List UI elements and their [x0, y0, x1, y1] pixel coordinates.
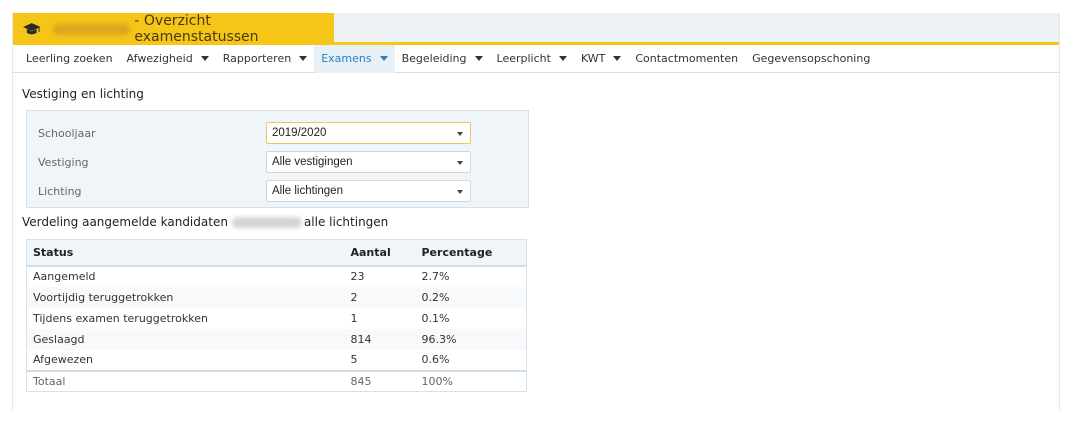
filter-row-lichting: Lichting Alle lichtingen — [27, 180, 528, 204]
col-status-header: Status — [26, 239, 345, 267]
table-row: Tijdens examen teruggetrokken 1 0.1% — [33, 311, 450, 325]
app-window: - Overzicht examenstatussen Leerling zoe… — [12, 13, 1060, 411]
menu-leerplicht[interactable]: Leerplicht — [490, 45, 574, 73]
table-total-row: Totaal 845 100% — [26, 369, 527, 392]
table-row: Voortijdig teruggetrokken 2 0.2% — [26, 286, 527, 308]
redacted-text — [231, 217, 302, 228]
filter-panel: Schooljaar 2019/2020 Vestiging Alle vest… — [26, 110, 529, 208]
menu-leerling-zoeken[interactable]: Leerling zoeken — [19, 45, 120, 73]
col-percentage-header: Percentage — [415, 239, 527, 267]
filters-heading: Vestiging en lichting — [22, 87, 144, 101]
col-aantal-header: Aantal — [344, 239, 416, 267]
page-title: - Overzicht examenstatussen — [134, 13, 259, 45]
table-row: Aangemeld 23 2.7% — [33, 270, 450, 283]
caret-down-icon — [558, 56, 567, 61]
filter-row-schooljaar: Schooljaar 2019/2020 — [27, 122, 528, 146]
status-table: Status Aantal Percentage Aangemeld 23 2.… — [26, 239, 527, 392]
vestiging-label: Vestiging — [38, 156, 89, 169]
lichting-label: Lichting — [38, 185, 82, 198]
caret-down-icon — [474, 56, 483, 61]
distribution-heading: Verdeling aangemelde kandidaten alle lich… — [22, 215, 389, 229]
menu-contactmomenten[interactable]: Contactmomenten — [628, 45, 745, 73]
select-arrow-icon — [457, 161, 463, 165]
title-bar: - Overzicht examenstatussen — [13, 13, 1059, 45]
select-arrow-icon — [457, 190, 463, 194]
menu-rapporteren[interactable]: Rapporteren — [216, 45, 314, 73]
caret-down-icon — [613, 56, 622, 61]
filter-row-vestiging: Vestiging Alle vestigingen — [27, 151, 528, 175]
table-row: Geslaagd 814 96.3% — [26, 328, 527, 350]
caret-down-icon — [299, 56, 308, 61]
main-menu: Leerling zoeken Afwezigheid Rapporteren … — [13, 44, 1059, 73]
caret-down-icon — [200, 56, 209, 61]
vestiging-select[interactable]: Alle vestigingen — [266, 151, 471, 173]
select-arrow-icon — [457, 132, 463, 136]
redacted-school-name — [52, 23, 131, 35]
graduation-cap-icon — [23, 23, 41, 35]
menu-afwezigheid[interactable]: Afwezigheid — [120, 45, 216, 73]
table-row: Afgewezen 5 0.6% — [33, 353, 450, 366]
menu-examens[interactable]: Examens — [314, 44, 395, 73]
caret-down-icon — [379, 56, 388, 61]
schooljaar-label: Schooljaar — [38, 127, 96, 140]
menu-kwt[interactable]: KWT — [574, 45, 628, 73]
menu-gegevensopschoning[interactable]: Gegevensopschoning — [745, 45, 877, 73]
lichting-select[interactable]: Alle lichtingen — [266, 180, 471, 202]
table-header-row: Status Aantal Percentage — [26, 239, 527, 267]
title-tab: - Overzicht examenstatussen — [13, 13, 334, 45]
schooljaar-select[interactable]: 2019/2020 — [266, 122, 471, 144]
menu-begeleiding[interactable]: Begeleiding — [395, 45, 490, 73]
